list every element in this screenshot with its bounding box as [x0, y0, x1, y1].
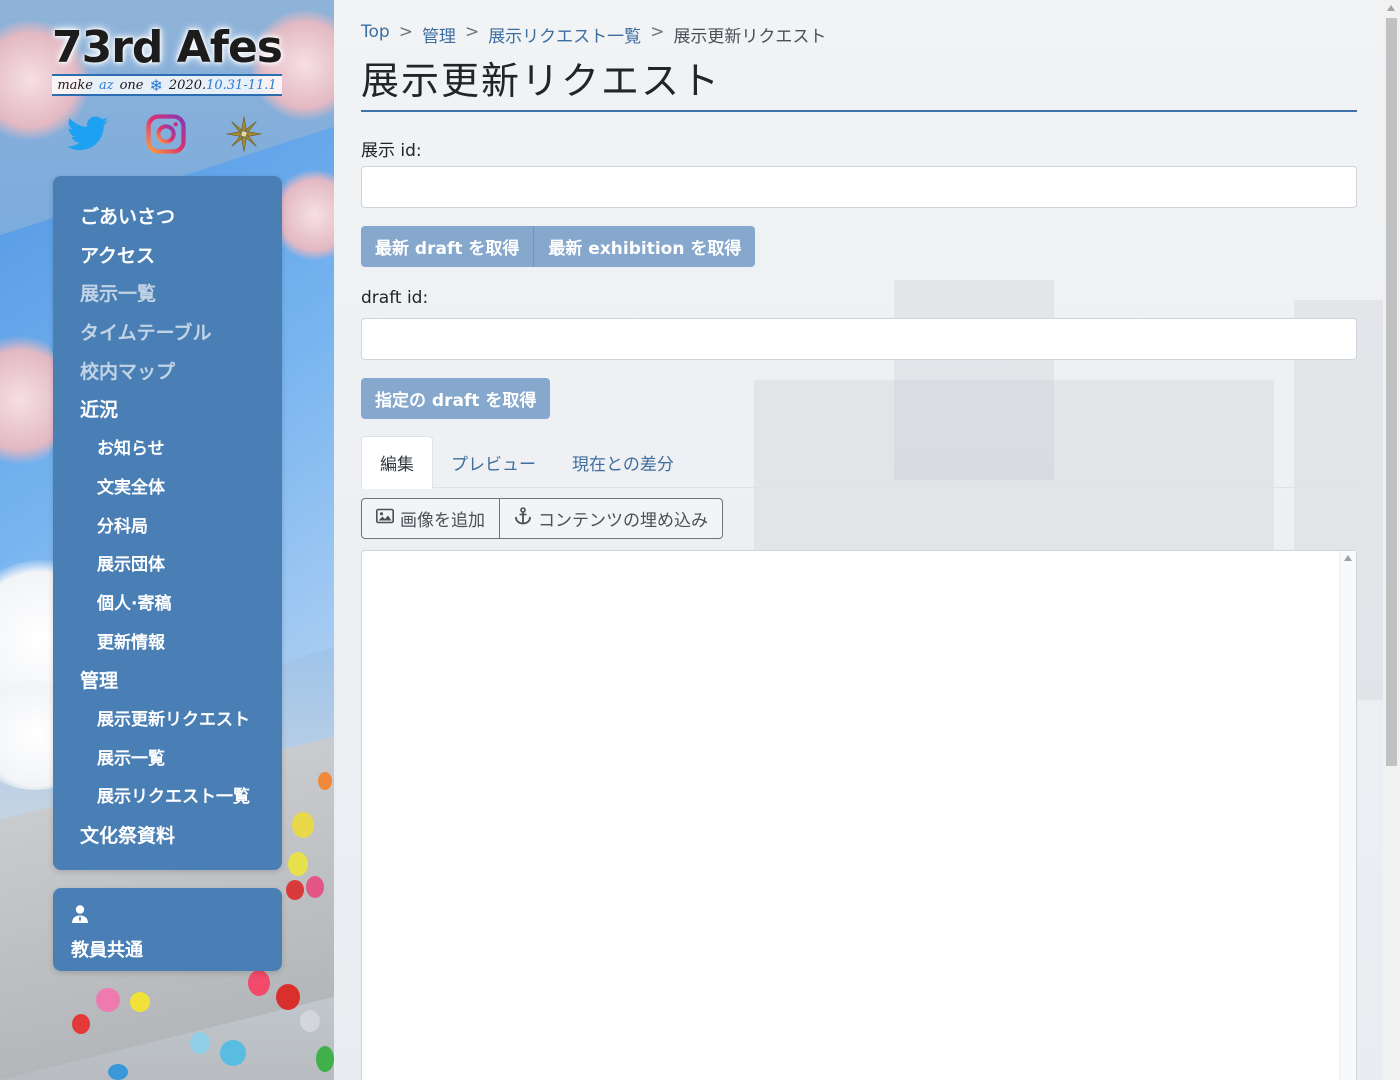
- sidebar-item[interactable]: 展示リクエスト一覧: [53, 778, 282, 817]
- embed-content-label: コンテンツの埋め込み: [538, 511, 708, 530]
- balloon: [288, 852, 308, 876]
- balloon: [292, 812, 314, 838]
- tagline-date-prefix: 2020.: [168, 77, 207, 93]
- emblem-icon[interactable]: [222, 112, 266, 156]
- breadcrumb-separator: >: [464, 22, 480, 42]
- scroll-up-arrow-icon[interactable]: [1344, 555, 1352, 561]
- social-links: [66, 112, 266, 156]
- balloon: [306, 876, 324, 898]
- balloon: [300, 1010, 320, 1032]
- sidebar-item[interactable]: 展示更新リクエスト: [53, 701, 282, 740]
- balloon: [248, 970, 270, 996]
- balloon: [108, 1064, 128, 1080]
- sidebar-item[interactable]: 近況: [53, 391, 282, 430]
- sidebar-item[interactable]: アクセス: [53, 237, 282, 276]
- tagline-az: az: [98, 77, 114, 93]
- editor-tabs: 編集 プレビュー 現在との差分: [361, 436, 1357, 489]
- snowflake-icon: ❄: [149, 75, 163, 95]
- page-scrollbar[interactable]: [1383, 0, 1400, 1080]
- logo-tagline: make az one ❄ 2020.10.31-11.1: [52, 74, 282, 96]
- breadcrumb-current: 展示更新リクエスト: [673, 27, 827, 47]
- teacher-common-link[interactable]: 教員共通: [53, 888, 282, 971]
- breadcrumb-request-list[interactable]: 展示リクエスト一覧: [488, 22, 641, 47]
- balloon: [96, 988, 120, 1012]
- breadcrumb-top[interactable]: Top: [361, 22, 390, 47]
- fetch-latest-exhibition-button[interactable]: 最新 exhibition を取得: [534, 226, 756, 267]
- user-icon: [71, 904, 282, 926]
- anchor-icon: [514, 507, 532, 530]
- tab-diff[interactable]: 現在との差分: [554, 436, 692, 488]
- balloon: [286, 880, 304, 900]
- editor-toolbar: 画像を追加 コンテンツの埋め込み: [361, 498, 723, 539]
- breadcrumb-separator: >: [650, 22, 665, 42]
- fetch-draft-button-group: 指定の draft を取得: [361, 378, 551, 419]
- sidebar-item[interactable]: 個人·寄稿: [53, 585, 282, 624]
- tagline-one: one: [119, 77, 144, 93]
- breadcrumb: Top > 管理 > 展示リクエスト一覧 > 展示更新リクエスト: [361, 22, 826, 47]
- tagline-date: 2020.10.31-11.1: [169, 78, 277, 93]
- add-image-label: 画像を追加: [400, 511, 485, 530]
- embed-content-button[interactable]: コンテンツの埋め込み: [500, 498, 723, 539]
- tagline-make: make: [57, 77, 93, 93]
- tagline-date-rest: 10.31-11.1: [206, 77, 277, 93]
- breadcrumb-separator: >: [398, 22, 413, 42]
- scroll-up-arrow-icon[interactable]: [1387, 5, 1395, 11]
- site-logo[interactable]: 73rd Afes make az one ❄ 2020.10.31-11.1: [48, 22, 286, 102]
- sidebar-menu: ごあいさつ アクセス 展示一覧 タイムテーブル 校内マップ 近況 お知らせ 文実全体 分科局 展示…: [53, 176, 282, 870]
- sidebar-item[interactable]: 分科局: [53, 508, 282, 547]
- scrollbar-thumb[interactable]: [1386, 18, 1397, 766]
- image-icon: [376, 508, 394, 529]
- sidebar-item[interactable]: ごあいさつ: [53, 198, 282, 237]
- sidebar-item[interactable]: 展示一覧: [53, 275, 282, 314]
- sidebar-item[interactable]: 更新情報: [53, 624, 282, 663]
- balloon: [220, 1040, 246, 1066]
- balloon: [190, 1032, 210, 1054]
- teacher-common-label: 教員共通: [71, 940, 143, 961]
- sidebar-item[interactable]: 文実全体: [53, 469, 282, 508]
- balloon: [276, 984, 300, 1010]
- twitter-icon[interactable]: [66, 112, 110, 156]
- draft-id-input[interactable]: [361, 318, 1357, 360]
- balloon: [316, 1046, 334, 1072]
- fetch-specified-draft-button[interactable]: 指定の draft を取得: [361, 378, 551, 419]
- draft-id-label: draft id:: [361, 288, 429, 308]
- page-title: 展示更新リクエスト: [361, 58, 1357, 112]
- markdown-editor[interactable]: [361, 550, 1357, 1080]
- breadcrumb-admin[interactable]: 管理: [422, 22, 456, 47]
- sidebar-item[interactable]: 校内マップ: [53, 353, 282, 392]
- balloon: [130, 992, 150, 1012]
- sidebar-item[interactable]: 展示一覧: [53, 740, 282, 779]
- exhibit-id-label: 展示 id:: [361, 141, 422, 161]
- exhibit-id-input[interactable]: [361, 166, 1357, 208]
- sidebar-item[interactable]: 管理: [53, 662, 282, 701]
- editor-scrollbar[interactable]: [1339, 551, 1356, 1080]
- fetch-latest-button-group: 最新 draft を取得 最新 exhibition を取得: [361, 226, 756, 267]
- tab-preview[interactable]: プレビュー: [433, 436, 554, 488]
- sidebar-item[interactable]: 展示団体: [53, 546, 282, 585]
- fetch-latest-draft-button[interactable]: 最新 draft を取得: [361, 226, 535, 267]
- balloon: [72, 1014, 90, 1034]
- add-image-button[interactable]: 画像を追加: [361, 498, 500, 539]
- tab-edit[interactable]: 編集: [361, 436, 433, 489]
- logo-title: 73rd Afes: [52, 22, 283, 73]
- balloon: [318, 772, 332, 790]
- sidebar-item[interactable]: お知らせ: [53, 430, 282, 469]
- sidebar-item[interactable]: 文化祭資料: [53, 817, 282, 856]
- sidebar-item[interactable]: タイムテーブル: [53, 314, 282, 353]
- instagram-icon[interactable]: [144, 112, 188, 156]
